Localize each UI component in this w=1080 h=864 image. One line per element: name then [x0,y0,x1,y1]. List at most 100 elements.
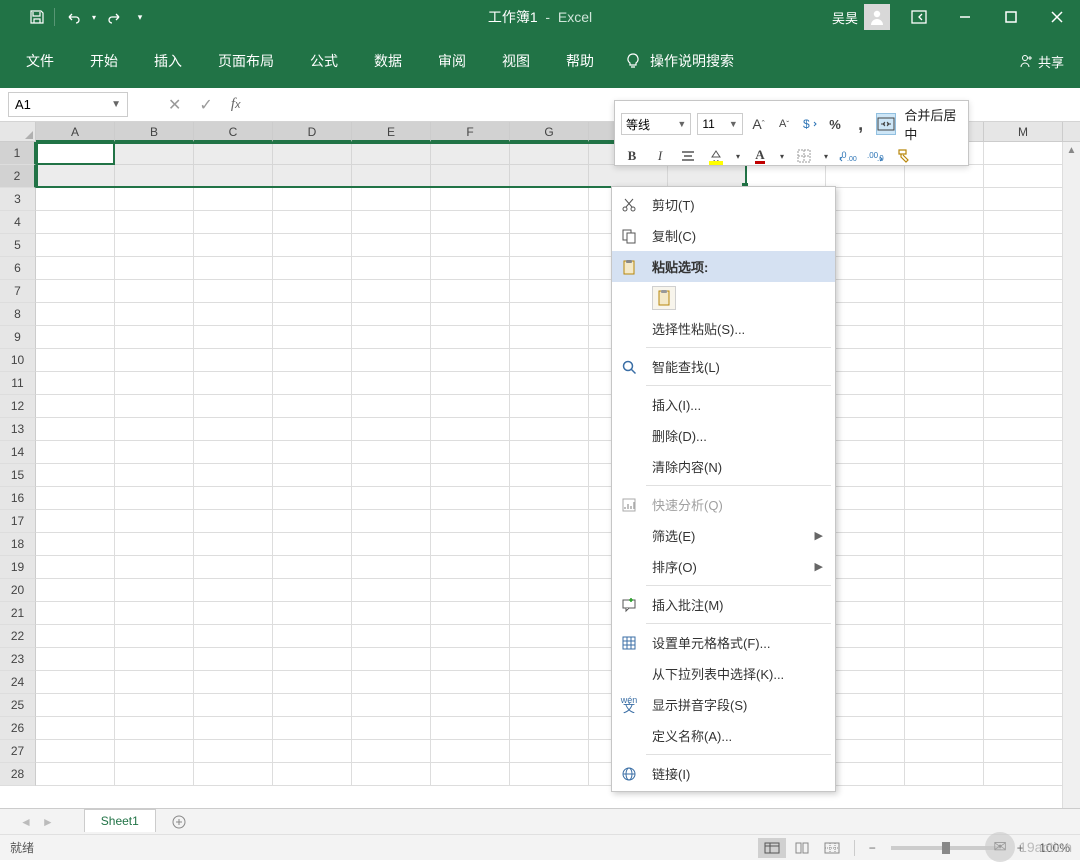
cell[interactable] [984,533,1063,556]
cell[interactable] [352,142,431,165]
cell[interactable] [826,763,905,786]
column-header[interactable]: E [352,122,431,142]
row-header[interactable]: 25 [0,694,36,717]
cell[interactable] [115,142,194,165]
cell[interactable] [510,602,589,625]
tab-file[interactable]: 文件 [14,43,66,79]
row-header[interactable]: 5 [0,234,36,257]
cell[interactable] [352,556,431,579]
cell[interactable] [984,441,1063,464]
cell[interactable] [984,418,1063,441]
cell[interactable] [431,487,510,510]
cell[interactable] [273,602,352,625]
cell[interactable] [352,211,431,234]
cell[interactable] [510,303,589,326]
cell[interactable] [273,211,352,234]
cell[interactable] [273,142,352,165]
cell[interactable] [273,326,352,349]
cell[interactable] [273,372,352,395]
cell[interactable] [826,326,905,349]
cell[interactable] [115,165,194,188]
cell[interactable] [905,165,984,188]
cell[interactable] [115,625,194,648]
cell[interactable] [352,326,431,349]
cell[interactable] [194,510,273,533]
row-header[interactable]: 13 [0,418,36,441]
cell[interactable] [352,579,431,602]
row-header[interactable]: 2 [0,165,36,188]
decrease-decimal-icon[interactable]: .00.0 [865,145,887,167]
cell[interactable] [431,763,510,786]
cell[interactable] [273,717,352,740]
cell[interactable] [905,303,984,326]
cell[interactable] [352,510,431,533]
cell[interactable] [826,671,905,694]
cell[interactable] [431,349,510,372]
cell[interactable] [273,579,352,602]
cell[interactable] [905,602,984,625]
cell[interactable] [905,326,984,349]
cell[interactable] [826,533,905,556]
cell[interactable] [905,257,984,280]
menu-item[interactable]: 复制(C) [612,220,835,251]
cell[interactable] [984,671,1063,694]
fill-color-dropdown[interactable]: ▾ [733,145,743,167]
cell[interactable] [115,510,194,533]
cell[interactable] [194,579,273,602]
menu-item[interactable]: 从下拉列表中选择(K)... [612,658,835,689]
cell[interactable] [352,372,431,395]
increase-font-icon[interactable]: Aˆ [749,113,769,135]
row-header[interactable]: 4 [0,211,36,234]
cell[interactable] [510,740,589,763]
cell[interactable] [984,763,1063,786]
row-header[interactable]: 1 [0,142,36,165]
menu-item[interactable]: 设置单元格格式(F)... [612,627,835,658]
cell[interactable] [510,487,589,510]
zoom-thumb[interactable] [942,842,950,854]
column-header[interactable]: B [115,122,194,142]
row-header[interactable]: 27 [0,740,36,763]
column-header[interactable]: D [273,122,352,142]
cell[interactable] [352,694,431,717]
cell[interactable] [194,303,273,326]
insert-function-button[interactable]: fx [231,96,241,113]
cell[interactable] [826,280,905,303]
cell[interactable] [352,717,431,740]
cell[interactable] [36,579,115,602]
cell[interactable] [905,763,984,786]
zoom-in-button[interactable]: + [1011,841,1029,855]
cell[interactable] [826,579,905,602]
cell[interactable] [826,717,905,740]
cell[interactable] [352,165,431,188]
tab-page-layout[interactable]: 页面布局 [206,43,286,79]
row-header[interactable]: 26 [0,717,36,740]
cell[interactable] [36,326,115,349]
cell[interactable] [273,694,352,717]
cell[interactable] [115,602,194,625]
cell[interactable] [905,648,984,671]
new-sheet-button[interactable] [168,811,190,833]
cell[interactable] [36,441,115,464]
row-header[interactable]: 14 [0,441,36,464]
cell[interactable] [431,441,510,464]
cell[interactable] [984,648,1063,671]
cell[interactable] [352,349,431,372]
tell-me-search[interactable]: 操作说明搜索 [624,51,734,71]
cell[interactable] [115,188,194,211]
cell[interactable] [36,763,115,786]
cell[interactable] [36,418,115,441]
cell[interactable] [984,717,1063,740]
close-button[interactable] [1034,0,1080,34]
cell[interactable] [826,464,905,487]
menu-item[interactable]: wén文显示拼音字段(S) [612,689,835,720]
cell[interactable] [826,625,905,648]
cell[interactable] [36,510,115,533]
cell[interactable] [273,648,352,671]
cell[interactable] [984,464,1063,487]
cell[interactable] [510,165,589,188]
percent-format-icon[interactable]: % [825,113,845,135]
cell[interactable] [510,533,589,556]
sheet-nav[interactable]: ◄ ► [20,815,54,829]
cell[interactable] [115,556,194,579]
cell[interactable] [36,671,115,694]
